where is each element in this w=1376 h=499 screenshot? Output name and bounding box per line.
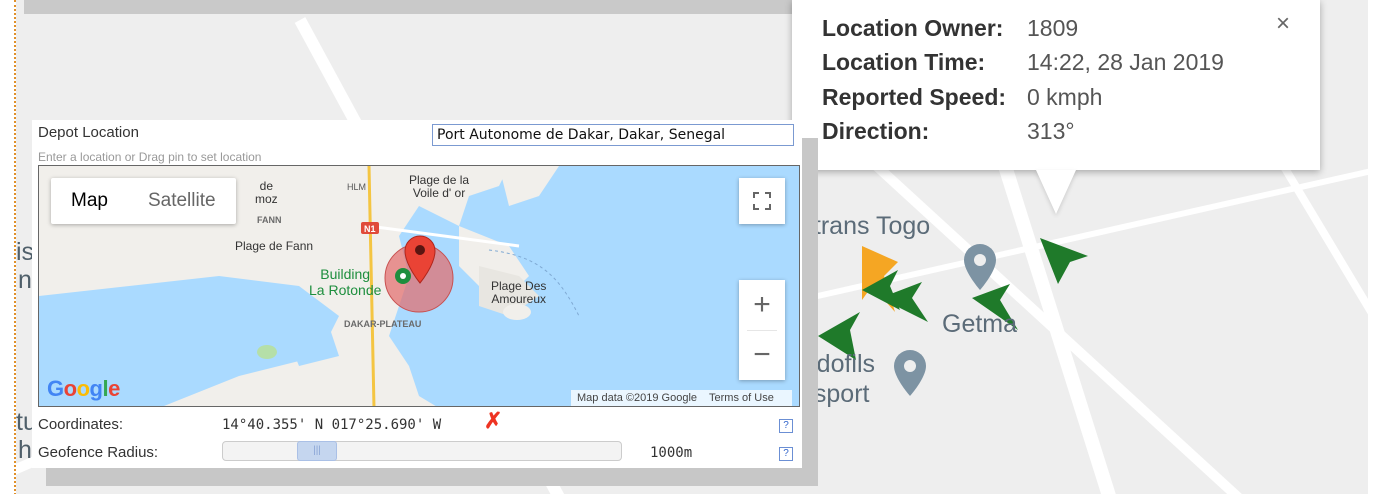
info-row-owner: Location Owner: 1809 xyxy=(822,15,1078,42)
info-key: Reported Speed: xyxy=(822,84,1007,110)
left-border xyxy=(0,0,16,499)
info-window-pointer xyxy=(1036,170,1076,214)
info-key: Direction: xyxy=(822,118,930,144)
zoom-control: + − xyxy=(739,280,785,380)
clear-coordinates-icon[interactable]: ✗ xyxy=(484,410,502,432)
geofence-radius-value: 1000m xyxy=(650,445,693,461)
poi-pin-icon xyxy=(894,350,926,396)
map-label: HLM xyxy=(347,182,367,192)
zoom-in-button[interactable]: + xyxy=(739,280,785,330)
bg-map-label: Getma xyxy=(942,310,1018,338)
geofence-radius-label: Geofence Radius: xyxy=(38,444,159,461)
info-row-speed: Reported Speed: 0 kmph xyxy=(822,84,1102,111)
fullscreen-button[interactable] xyxy=(739,178,785,224)
map-label: Plage de la Voile d' or xyxy=(409,173,470,200)
info-value: 14:22, 28 Jan 2019 xyxy=(1027,49,1224,75)
info-row-direction: Direction: 313° xyxy=(822,118,1075,145)
map-road-shield: N1 xyxy=(364,224,376,234)
map-type-map-button[interactable]: Map xyxy=(51,178,128,224)
map-label: Plage Des Amoureux xyxy=(491,279,547,306)
info-key: Location Time: xyxy=(822,49,986,75)
map-label: Building La Rotonde xyxy=(309,266,382,298)
map-label: de moz xyxy=(255,179,278,206)
map-label: Plage de Fann xyxy=(235,239,314,253)
tree-poi-icon xyxy=(395,268,411,284)
bg-map-edge-label: h xyxy=(18,436,32,464)
bottom-edge xyxy=(0,494,1376,499)
depot-location-label: Depot Location xyxy=(38,124,139,141)
fullscreen-icon xyxy=(753,192,771,210)
info-value: 313° xyxy=(1027,118,1075,144)
map-type-satellite-button[interactable]: Satellite xyxy=(128,178,236,224)
geofence-radius-slider[interactable]: ||| xyxy=(222,441,622,461)
radius-help-icon[interactable]: ? xyxy=(779,447,793,461)
info-value: 0 kmph xyxy=(1027,84,1103,110)
info-row-time: Location Time: 14:22, 28 Jan 2019 xyxy=(822,49,1224,76)
bg-map-edge-label: n xyxy=(18,266,32,294)
map-label: FANN xyxy=(257,215,282,225)
info-value: 1809 xyxy=(1027,15,1079,41)
close-icon[interactable]: × xyxy=(1276,10,1290,38)
coordinates-help-icon[interactable]: ? xyxy=(779,419,793,433)
coordinates-label: Coordinates: xyxy=(38,416,124,433)
zoom-separator xyxy=(747,330,777,331)
bg-map-label: otrans Togo xyxy=(800,212,931,240)
map-label: DAKAR-PLATEAU xyxy=(344,319,422,329)
depot-map[interactable]: Plage de la Voile d' or HLM de moz FANN N1… xyxy=(38,165,800,407)
depot-location-hint: Enter a location or Drag pin to set loca… xyxy=(38,150,262,164)
zoom-out-button[interactable]: − xyxy=(739,330,785,380)
depot-location-panel: Depot Location Enter a location or Drag … xyxy=(32,120,802,468)
map-type-control: Map Satellite xyxy=(51,178,236,224)
right-edge xyxy=(1368,0,1376,499)
top-overlay-bar xyxy=(24,0,868,14)
coordinates-value: 14°40.355' N 017°25.690' W xyxy=(222,417,442,433)
map-attribution: Map data ©2019 Google Terms of Use xyxy=(571,390,792,406)
map-data-attribution[interactable]: Map data ©2019 Google xyxy=(577,392,697,404)
vehicle-info-window: Location Owner: 1809 Location Time: 14:22,… xyxy=(792,0,1320,214)
slider-handle[interactable]: ||| xyxy=(297,441,337,461)
info-key: Location Owner: xyxy=(822,15,1004,41)
location-search-input[interactable] xyxy=(432,124,794,146)
terms-of-use-link[interactable]: Terms of Use xyxy=(709,392,774,404)
poi-pin-icon xyxy=(964,244,996,290)
google-logo[interactable]: Google xyxy=(47,376,120,402)
